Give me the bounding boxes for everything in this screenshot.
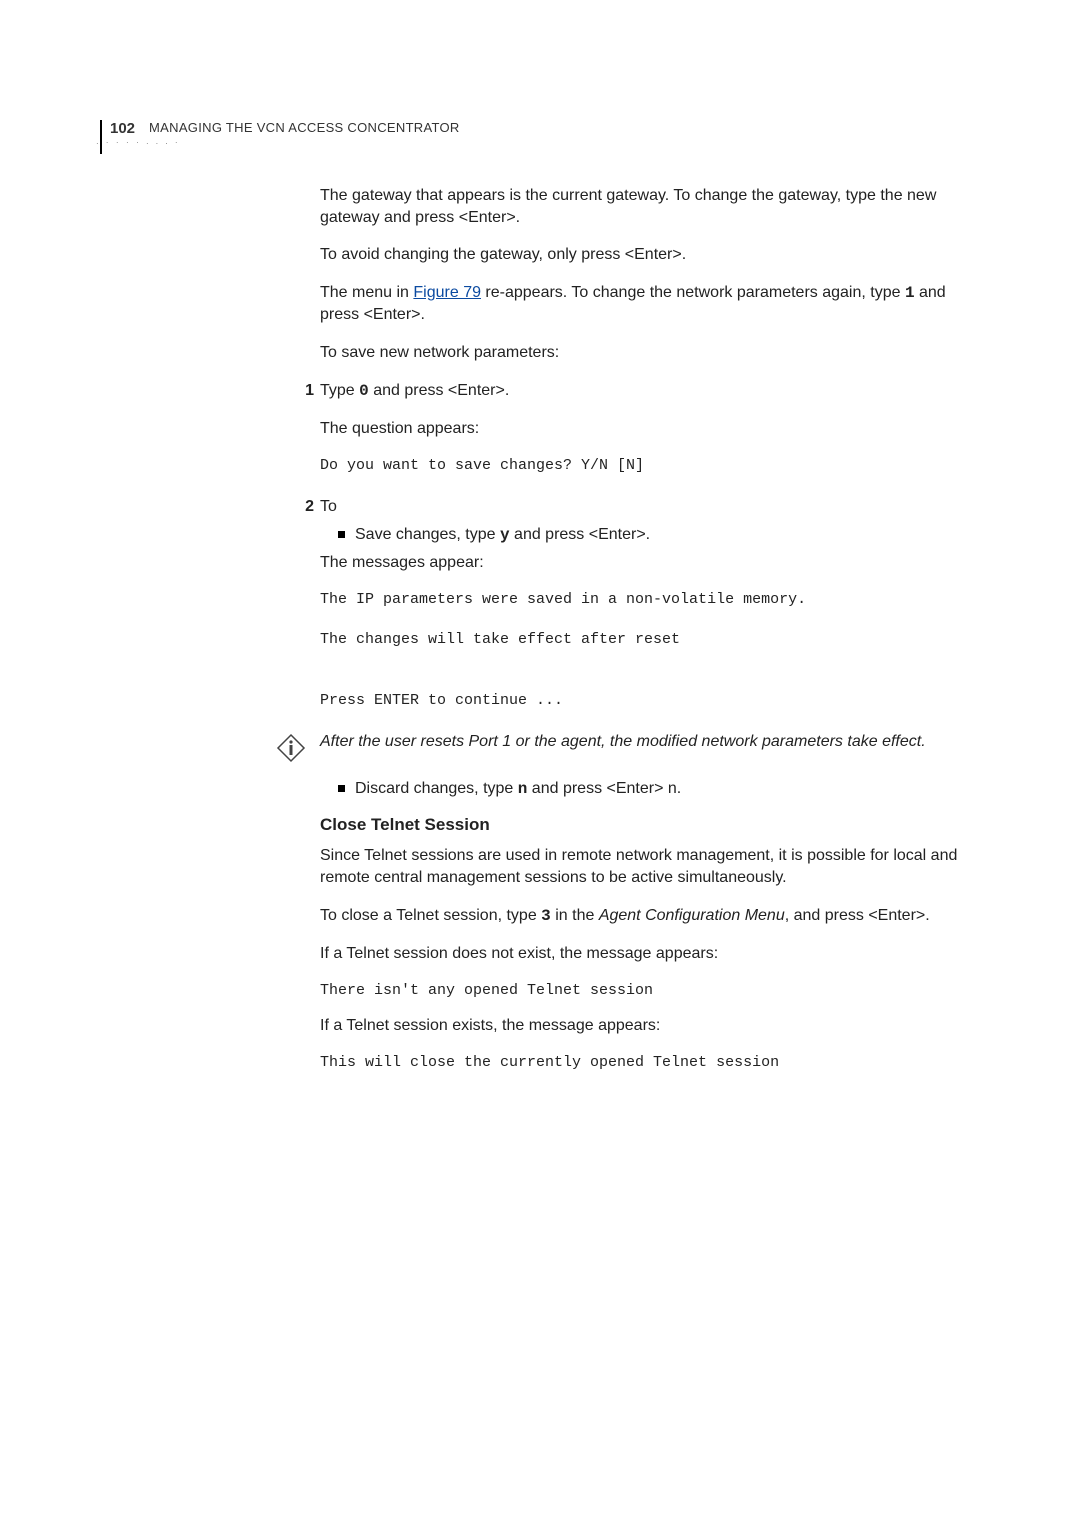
text-fragment: and press <Enter> n. [527, 780, 681, 797]
close-telnet-p1: Since Telnet sessions are used in remote… [320, 845, 980, 888]
paragraph-avoid-change: To avoid changing the gateway, only pres… [320, 244, 980, 266]
note-block: After the user resets Port 1 or the agen… [320, 731, 980, 770]
running-head-rest: ANAGING THE VCN ACCESS CONCENTRATOR [160, 120, 459, 135]
step-2-body: To Save changes, type y and press <Enter… [320, 496, 980, 725]
step-1-line: Type 0 and press <Enter>. [320, 380, 980, 403]
text-fragment: Type [320, 382, 359, 399]
bullet-square-icon [338, 785, 345, 792]
text-fragment: Discard changes, type [355, 780, 518, 797]
bullet-square-icon [338, 531, 345, 538]
text-fragment: Save changes, type [355, 526, 500, 543]
step-2-code: The IP parameters were saved in a non-vo… [320, 590, 980, 712]
header-rule [100, 120, 102, 154]
text-fragment: , and press <Enter>. [785, 907, 930, 924]
running-head-text: MANAGING THE VCN ACCESS CONCENTRATOR [149, 120, 460, 135]
info-icon [276, 733, 306, 770]
paragraph-gateway-intro: The gateway that appears is the current … [320, 185, 980, 228]
text-fragment: re-appears. To change the network parame… [481, 284, 905, 301]
step-1-question-label: The question appears: [320, 418, 980, 440]
close-telnet-exist-label: If a Telnet session exists, the message … [320, 1015, 980, 1037]
bullet-save-text: Save changes, type y and press <Enter>. [355, 524, 650, 547]
agent-config-menu-italic: Agent Configuration Menu [599, 907, 785, 924]
bullet-discard-changes: Discard changes, type n and press <Enter… [338, 778, 980, 801]
paragraph-menu-reappears: The menu in Figure 79 re-appears. To cha… [320, 282, 980, 326]
key-n: n [518, 780, 528, 798]
step-number-1: 1 [290, 380, 320, 402]
close-telnet-p2: To close a Telnet session, type 3 in the… [320, 905, 980, 928]
close-telnet-noexist-label: If a Telnet session does not exist, the … [320, 943, 980, 965]
step-2-messages-label: The messages appear: [320, 552, 980, 574]
page-number: 102 [100, 120, 149, 137]
step-1: 1 Type 0 and press <Enter>. The question… [320, 380, 980, 490]
text-fragment: The menu in [320, 284, 413, 301]
running-head-prefix: M [149, 120, 160, 135]
bullet-save-changes: Save changes, type y and press <Enter>. [338, 524, 980, 547]
key-3: 3 [541, 907, 551, 925]
note-text: After the user resets Port 1 or the agen… [320, 731, 980, 753]
main-content: The gateway that appears is the current … [320, 185, 980, 1073]
close-telnet-heading: Close Telnet Session [320, 814, 980, 837]
paragraph-save-intro: To save new network parameters: [320, 342, 980, 364]
text-fragment: in the [551, 907, 599, 924]
step-2-to: To [320, 496, 980, 518]
close-telnet-exist-code: This will close the currently opened Tel… [320, 1053, 980, 1073]
step-1-body: Type 0 and press <Enter>. The question a… [320, 380, 980, 490]
close-telnet-noexist-code: There isn't any opened Telnet session [320, 981, 980, 1001]
key-y: y [500, 526, 510, 544]
decorative-dots: . · · · · . . . · [96, 140, 180, 146]
figure-79-link[interactable]: Figure 79 [413, 284, 481, 301]
bullet-discard-text: Discard changes, type n and press <Enter… [355, 778, 681, 801]
text-fragment: To close a Telnet session, type [320, 907, 541, 924]
key-0: 0 [359, 382, 369, 400]
step-1-code: Do you want to save changes? Y/N [N] [320, 456, 980, 476]
key-1: 1 [905, 284, 915, 302]
text-fragment: and press <Enter>. [510, 526, 651, 543]
page-container: 102 MANAGING THE VCN ACCESS CONCENTRATOR… [0, 0, 1080, 1147]
running-header: 102 MANAGING THE VCN ACCESS CONCENTRATOR… [100, 120, 980, 137]
step-2: 2 To Save changes, type y and press <Ent… [320, 496, 980, 725]
step-number-2: 2 [290, 496, 320, 518]
text-fragment: and press <Enter>. [369, 382, 510, 399]
